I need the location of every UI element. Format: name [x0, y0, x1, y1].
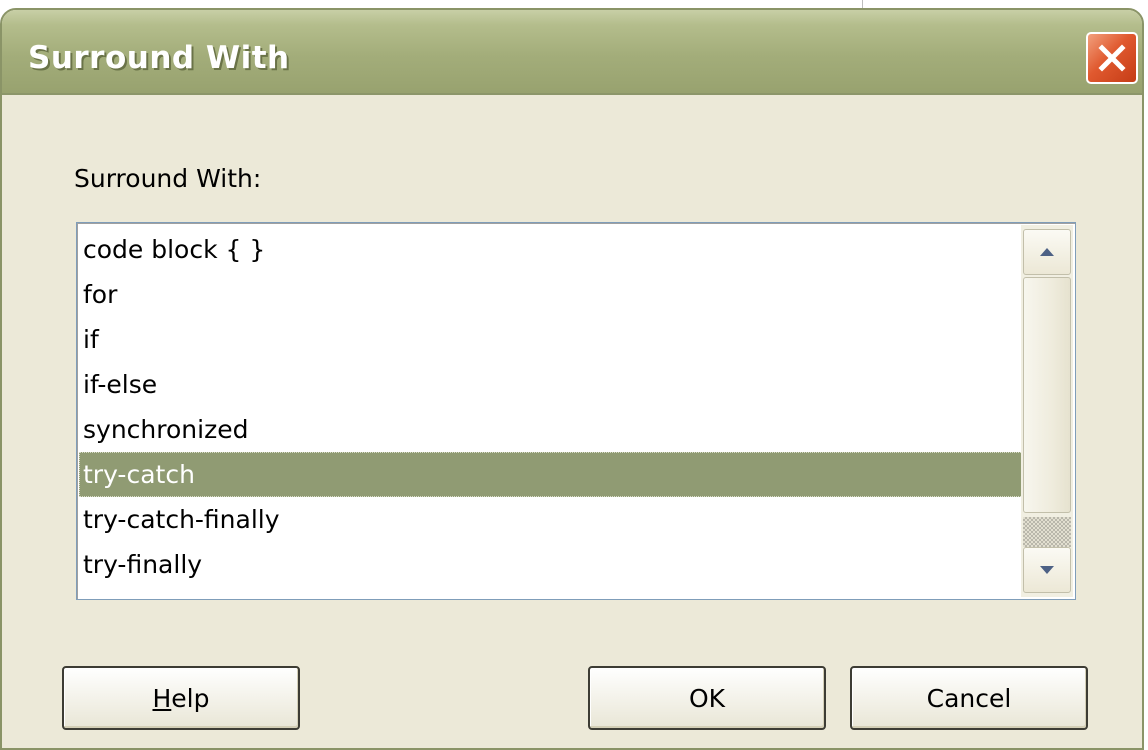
cancel-button[interactable]: Cancel — [850, 666, 1088, 730]
list-item-try-catch-finally[interactable]: try-catch-finally — [79, 497, 1023, 542]
arrow-up-icon — [1040, 248, 1054, 256]
list-item-if-else[interactable]: if-else — [79, 362, 1023, 407]
list-item-try-finally[interactable]: try-finally — [79, 542, 1023, 587]
list-item-if[interactable]: if — [79, 317, 1023, 362]
list-item-for[interactable]: for — [79, 272, 1023, 317]
scroll-up-button[interactable] — [1023, 229, 1071, 275]
scroll-down-button[interactable] — [1023, 547, 1071, 593]
help-label: elp — [171, 683, 210, 713]
list-item-try-catch[interactable]: try-catch — [79, 452, 1023, 497]
close-icon — [1098, 44, 1126, 72]
arrow-down-icon — [1040, 566, 1054, 574]
template-listbox[interactable]: code block { } for if if-else synchroniz… — [76, 222, 1076, 600]
scroll-thumb[interactable] — [1023, 277, 1071, 513]
scroll-track[interactable] — [1023, 517, 1071, 547]
surround-with-dialog: Surround With Surround With: code block … — [0, 8, 1144, 750]
close-button[interactable] — [1086, 32, 1138, 84]
list-item-code-block[interactable]: code block { } — [79, 227, 1023, 272]
ok-button[interactable]: OK — [588, 666, 826, 730]
list-item-synchronized[interactable]: synchronized — [79, 407, 1023, 452]
title-bar[interactable]: Surround With — [2, 10, 1142, 95]
dialog-title: Surround With — [28, 40, 290, 76]
list-label: Surround With: — [74, 164, 262, 193]
help-mnemonic: H — [152, 683, 172, 713]
vertical-scrollbar[interactable] — [1021, 225, 1073, 597]
list-items: code block { } for if if-else synchroniz… — [79, 227, 1023, 587]
help-button[interactable]: Help — [62, 666, 300, 730]
